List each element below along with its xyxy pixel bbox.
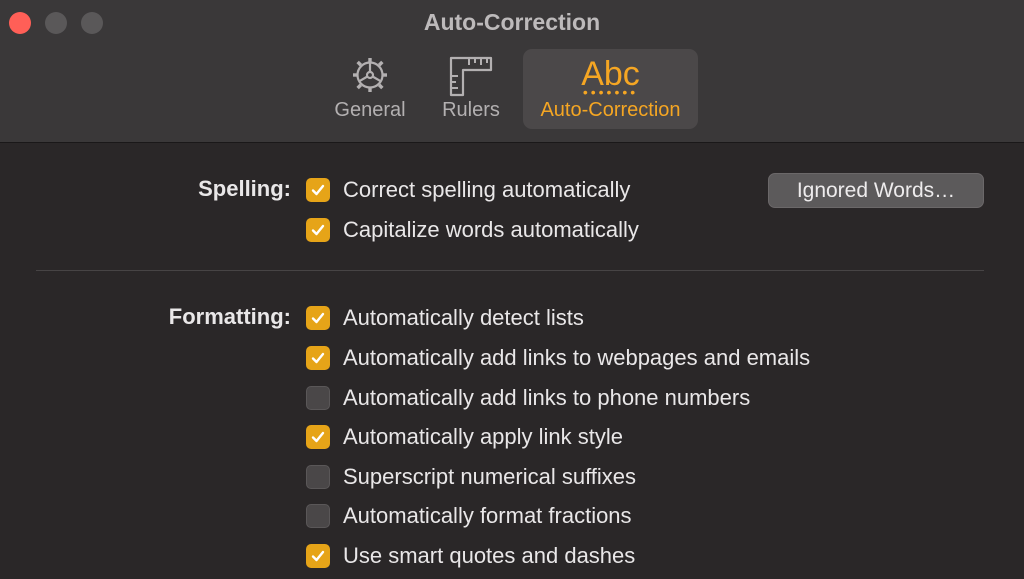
option-links-webpages-emails[interactable]: Automatically add links to webpages and …	[306, 344, 810, 372]
option-label: Capitalize words automatically	[343, 217, 639, 242]
checkmark-icon	[311, 184, 325, 196]
correct-spelling-checkbox[interactable]	[306, 178, 330, 202]
option-label: Correct spelling automatically	[343, 177, 631, 202]
tab-label-auto-correction: Auto-Correction	[540, 99, 681, 121]
smart-quotes-checkbox[interactable]	[306, 544, 330, 568]
option-correct-spelling[interactable]: Correct spelling automatically	[306, 176, 630, 204]
option-link-style[interactable]: Automatically apply link style	[306, 423, 623, 451]
tab-label-general: General	[334, 99, 406, 121]
section-divider	[36, 270, 984, 271]
ignored-words-button[interactable]: Ignored Words…	[768, 173, 984, 208]
option-label: Automatically format fractions	[343, 503, 632, 528]
option-label: Automatically add links to webpages and …	[343, 345, 811, 370]
tab-auto-correction[interactable]: Abc ••••••• Auto-Correction	[523, 49, 698, 129]
dotted-underline: •••••••	[582, 84, 639, 100]
option-label: Automatically apply link style	[343, 424, 624, 449]
checkmark-icon	[311, 352, 325, 364]
formatting-section-label: Formatting:	[168, 304, 291, 329]
option-smart-quotes[interactable]: Use smart quotes and dashes	[306, 542, 635, 570]
capitalize-words-checkbox[interactable]	[306, 218, 330, 242]
fractions-checkbox[interactable]	[306, 504, 330, 528]
option-label: Superscript numerical suffixes	[343, 464, 637, 489]
tab-rulers[interactable]: Rulers	[430, 49, 512, 129]
option-links-phone-numbers[interactable]: Automatically add links to phone numbers	[306, 384, 750, 412]
tab-label-rulers: Rulers	[442, 99, 500, 121]
superscript-checkbox[interactable]	[306, 465, 330, 489]
gear-icon	[350, 55, 390, 100]
option-format-fractions[interactable]: Automatically format fractions	[306, 502, 632, 530]
title-bar: Auto-Correction General Rulers Abc •••••…	[0, 0, 1024, 143]
option-superscript-suffixes[interactable]: Superscript numerical suffixes	[306, 463, 636, 491]
window-title: Auto-Correction	[423, 9, 601, 35]
option-detect-lists[interactable]: Automatically detect lists	[306, 304, 584, 332]
option-label: Automatically add links to phone numbers	[343, 385, 751, 410]
detect-lists-checkbox[interactable]	[306, 306, 330, 330]
checkmark-icon	[311, 312, 325, 324]
links-webpages-checkbox[interactable]	[306, 346, 330, 370]
ruler-icon	[448, 55, 494, 102]
link-style-checkbox[interactable]	[306, 425, 330, 449]
tab-general[interactable]: General	[324, 49, 416, 129]
preferences-window: Auto-Correction General Rulers Abc •••••…	[0, 0, 1024, 579]
option-label: Automatically detect lists	[343, 305, 584, 330]
option-capitalize-words[interactable]: Capitalize words automatically	[306, 216, 639, 244]
abc-icon: Abc •••••••	[566, 53, 656, 100]
checkmark-icon	[311, 431, 325, 443]
links-phone-checkbox[interactable]	[306, 386, 330, 410]
spelling-section-label: Spelling:	[198, 176, 291, 201]
checkmark-icon	[311, 550, 325, 562]
option-label: Use smart quotes and dashes	[343, 543, 636, 568]
checkmark-icon	[311, 224, 325, 236]
